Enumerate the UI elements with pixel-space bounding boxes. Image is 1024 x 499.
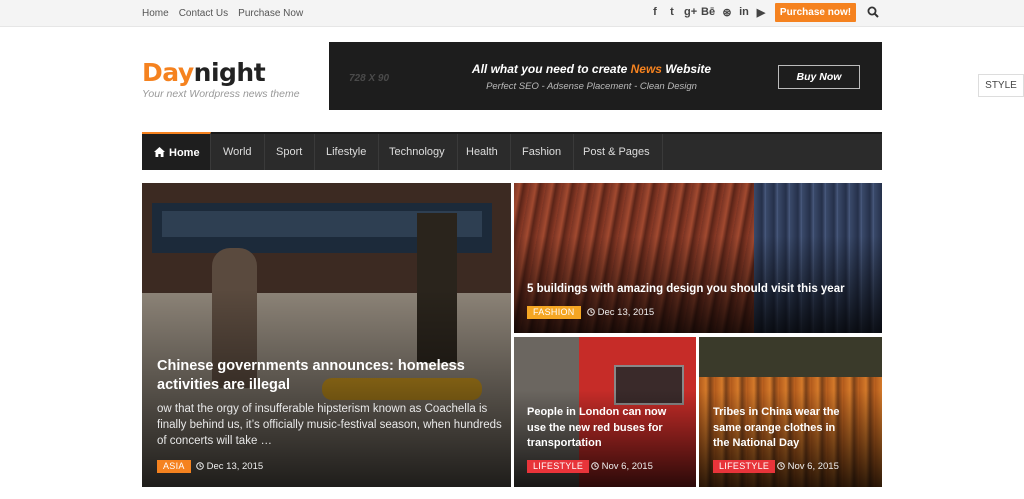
featured-post-title: Tribes in China wear the same orange clo… — [713, 406, 840, 449]
nav-item-health[interactable]: Health — [454, 134, 511, 170]
ad-headline: All what you need to create News Website — [471, 62, 712, 76]
ad-headline-highlight: News — [630, 62, 662, 76]
search-icon[interactable] — [867, 6, 879, 18]
clock-icon — [587, 308, 595, 316]
nav-item-post-pages[interactable]: Post & Pages — [571, 134, 663, 170]
post-date: Nov 6, 2015 — [777, 461, 839, 472]
buy-now-button[interactable]: Buy Now — [778, 65, 860, 89]
social-links: f t g+ Bē ⊛ in ▶ — [650, 6, 766, 19]
home-icon — [154, 147, 165, 157]
featured-post-title: People in London can now use the new red… — [527, 406, 667, 449]
youtube-icon[interactable]: ▶ — [756, 6, 766, 19]
logo-day: Day — [142, 58, 194, 87]
main-nav: Home World Sport Lifestyle Technology He… — [142, 132, 882, 170]
featured-post-large[interactable]: Chinese governments announces: homeless … — [142, 183, 511, 487]
nav-item-world[interactable]: World — [211, 134, 265, 170]
post-date: Dec 13, 2015 — [196, 461, 263, 472]
featured-post-excerpt: ow that the orgy of insufferable hipster… — [157, 403, 502, 447]
category-badge[interactable]: LIFESTYLE — [527, 460, 590, 473]
nav-item-lifestyle[interactable]: Lifestyle — [314, 134, 380, 170]
top-bar: Home Contact Us Purchase Now f t g+ Bē ⊛… — [0, 0, 1024, 27]
featured-post-title: Chinese governments announces: homeless … — [157, 358, 465, 393]
featured-post-title: 5 buildings with amazing design you shou… — [527, 283, 845, 295]
twitter-icon[interactable]: t — [667, 6, 677, 19]
purchase-now-button[interactable]: Purchase now! — [775, 3, 856, 22]
post-date: Dec 13, 2015 — [587, 307, 654, 318]
post-date: Nov 6, 2015 — [591, 461, 653, 472]
behance-icon[interactable]: Bē — [701, 6, 715, 19]
clock-icon — [777, 462, 785, 470]
top-link-contact[interactable]: Contact Us — [179, 8, 228, 19]
nav-item-sport[interactable]: Sport — [264, 134, 316, 170]
nav-item-technology[interactable]: Technology — [377, 134, 458, 170]
style-switcher-button[interactable]: STYLE — [978, 74, 1024, 97]
facebook-icon[interactable]: f — [650, 6, 660, 19]
ad-banner[interactable]: 728 X 90 All what you need to create New… — [329, 42, 882, 110]
top-nav: Home Contact Us Purchase Now — [142, 8, 303, 19]
featured-post-small[interactable]: Tribes in China wear the same orange clo… — [699, 337, 882, 487]
top-link-purchase[interactable]: Purchase Now — [238, 8, 303, 19]
clock-icon — [591, 462, 599, 470]
top-link-home[interactable]: Home — [142, 8, 169, 19]
dribbble-icon[interactable]: ⊛ — [722, 6, 732, 19]
site-logo[interactable]: Daynight — [142, 58, 266, 87]
clock-icon — [196, 462, 204, 470]
ad-subline: Perfect SEO - Adsense Placement - Clean … — [486, 81, 697, 92]
featured-post-small[interactable]: People in London can now use the new red… — [514, 337, 696, 487]
featured-post-wide[interactable]: 5 buildings with amazing design you shou… — [514, 183, 882, 333]
site-tagline: Your next Wordpress news theme — [142, 88, 300, 100]
nav-item-home[interactable]: Home — [142, 132, 211, 170]
nav-item-fashion[interactable]: Fashion — [510, 134, 575, 170]
category-badge[interactable]: ASIA — [157, 460, 191, 473]
category-badge[interactable]: FASHION — [527, 306, 581, 319]
linkedin-icon[interactable]: in — [739, 6, 749, 19]
logo-night: night — [193, 58, 266, 87]
google-plus-icon[interactable]: g+ — [684, 6, 697, 19]
category-badge[interactable]: LIFESTYLE — [713, 460, 776, 473]
